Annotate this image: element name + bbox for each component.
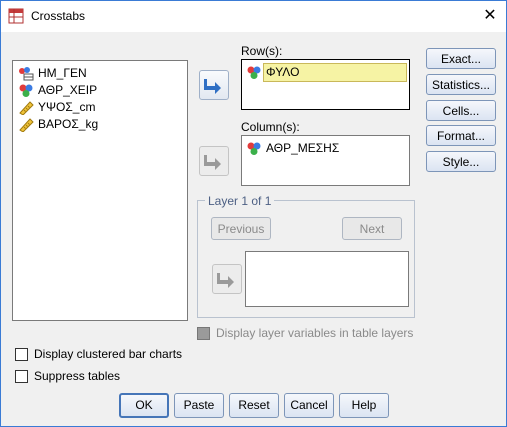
scale-variable-icon — [19, 118, 34, 132]
display-layer-checkbox[interactable] — [197, 327, 210, 340]
list-item[interactable]: ΑΘΡ_ΜΕΣΗΣ — [246, 140, 406, 157]
next-layer-button[interactable]: Next — [342, 217, 402, 240]
move-to-columns-button[interactable] — [199, 146, 229, 176]
style-button[interactable]: Style... — [426, 151, 496, 172]
cells-button[interactable]: Cells... — [426, 100, 496, 121]
arrow-right-icon — [204, 79, 221, 94]
crosstabs-dialog: Crosstabs ✕ ΗΜ_ΓΕΝ ΑΘΡ_ΧΕΙΡ ΥΨΟΣ_cm ΒΑΡΟ… — [0, 0, 507, 427]
list-item-label: ΥΨΟΣ_cm — [38, 100, 96, 114]
statistics-button[interactable]: Statistics... — [426, 74, 496, 95]
list-item[interactable]: ΗΜ_ΓΕΝ — [18, 65, 178, 82]
arrow-right-icon — [217, 273, 234, 288]
window-title: Crosstabs — [31, 9, 86, 23]
exact-button[interactable]: Exact... — [426, 48, 496, 69]
list-item[interactable]: ΒΑΡΟΣ_kg — [18, 116, 178, 133]
previous-layer-button[interactable]: Previous — [211, 217, 271, 240]
nominal-variable-icon — [247, 142, 261, 155]
columns-list[interactable]: ΑΘΡ_ΜΕΣΗΣ — [241, 135, 410, 186]
nominal-variable-icon — [19, 84, 33, 97]
list-item[interactable]: ΑΘΡ_ΧΕΙΡ — [18, 82, 178, 99]
layer-list[interactable] — [245, 251, 409, 307]
date-variable-icon — [19, 67, 34, 81]
title-bar: Crosstabs ✕ — [1, 1, 506, 32]
suppress-tables-checkbox[interactable] — [15, 370, 28, 383]
scale-variable-icon — [19, 101, 34, 115]
layer-legend: Layer 1 of 1 — [205, 194, 275, 208]
help-button[interactable]: Help — [339, 393, 389, 418]
close-icon[interactable]: ✕ — [477, 5, 503, 27]
list-item-label: ΦΥΛΟ — [263, 63, 407, 82]
nominal-variable-icon — [247, 66, 261, 79]
rows-label: Row(s): — [241, 44, 283, 58]
clustered-bar-checkbox[interactable] — [15, 348, 28, 361]
list-item-label: ΑΘΡ_ΜΕΣΗΣ — [266, 141, 340, 155]
clustered-bar-label: Display clustered bar charts — [34, 347, 183, 361]
list-item-label: ΑΘΡ_ΧΕΙΡ — [38, 83, 98, 97]
ok-button[interactable]: OK — [119, 393, 169, 418]
paste-button[interactable]: Paste — [174, 393, 224, 418]
format-button[interactable]: Format... — [426, 125, 496, 146]
rows-list[interactable]: ΦΥΛΟ — [241, 59, 410, 110]
crosstabs-app-icon — [8, 8, 24, 24]
reset-button[interactable]: Reset — [229, 393, 279, 418]
arrow-right-icon — [204, 155, 221, 170]
display-layer-label: Display layer variables in table layers — [216, 326, 414, 340]
list-item-label: ΒΑΡΟΣ_kg — [38, 117, 99, 131]
move-to-rows-button[interactable] — [199, 70, 229, 100]
list-item-label: ΗΜ_ΓΕΝ — [38, 66, 87, 80]
columns-label: Column(s): — [241, 120, 300, 134]
cancel-button[interactable]: Cancel — [284, 393, 334, 418]
suppress-tables-label: Suppress tables — [34, 369, 121, 383]
list-item[interactable]: ΥΨΟΣ_cm — [18, 99, 178, 116]
list-item[interactable]: ΦΥΛΟ — [246, 63, 407, 82]
move-to-layer-button[interactable] — [212, 264, 242, 294]
source-variable-list[interactable]: ΗΜ_ΓΕΝ ΑΘΡ_ΧΕΙΡ ΥΨΟΣ_cm ΒΑΡΟΣ_kg — [12, 60, 188, 321]
